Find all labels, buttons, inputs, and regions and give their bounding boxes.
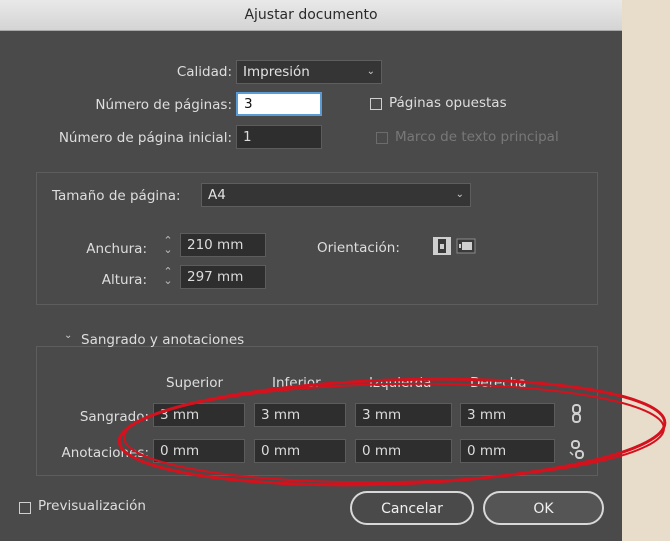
quality-label: Calidad: [176, 64, 232, 80]
col-top-label: Superior [166, 375, 224, 391]
stepper-icon[interactable]: ⌃ ⌄ [162, 235, 174, 255]
pages-input[interactable]: 3 [236, 92, 322, 116]
width-label: Anchura: [86, 241, 147, 257]
stepper-icon[interactable]: ⌃ ⌄ [162, 266, 174, 286]
slug-right-input[interactable]: 0 mm [460, 439, 555, 463]
primary-text-frame-label: Marco de texto principal [395, 129, 559, 145]
chevron-down-icon: ⌄ [455, 189, 464, 200]
page-size-label: Tamaño de página: [52, 188, 181, 204]
preview-label: Previsualización [38, 498, 146, 514]
slug-bottom-input[interactable]: 0 mm [254, 439, 346, 463]
ok-button[interactable]: OK [483, 491, 604, 525]
start-page-label: Número de página inicial: [58, 130, 232, 146]
adjust-document-dialog: Ajustar documento Calidad: Impresión ⌄ N… [0, 0, 622, 541]
facing-pages-label: Páginas opuestas [389, 95, 507, 111]
primary-text-frame-checkbox[interactable] [376, 132, 388, 144]
bleed-bottom-input[interactable]: 3 mm [254, 403, 346, 427]
height-label: Altura: [101, 272, 147, 288]
chain-link-icon[interactable] [567, 404, 587, 424]
slug-left-input[interactable]: 0 mm [355, 439, 452, 463]
col-bottom-label: Inferior [272, 375, 321, 391]
chevron-down-icon: ⌄ [366, 66, 375, 77]
width-input[interactable]: 210 mm [180, 233, 266, 257]
page-size-value: A4 [208, 187, 226, 203]
height-input[interactable]: 297 mm [180, 265, 266, 289]
cancel-button[interactable]: Cancelar [350, 491, 474, 525]
bleed-row-label: Sangrado: [79, 409, 149, 425]
pages-label: Número de páginas: [95, 97, 232, 113]
slug-row-label: Anotaciones: [61, 445, 150, 461]
preview-checkbox[interactable] [19, 502, 31, 514]
col-left-label: Izquierda [369, 375, 432, 391]
start-page-input[interactable]: 1 [236, 125, 322, 149]
window-title: Ajustar documento [244, 7, 378, 23]
title-bar: Ajustar documento [0, 0, 622, 31]
bleed-section-label: Sangrado y anotaciones [81, 332, 245, 348]
chevron-down-icon[interactable]: ⌄ [64, 330, 72, 341]
landscape-icon[interactable] [456, 236, 476, 256]
bleed-left-input[interactable]: 3 mm [355, 403, 452, 427]
bleed-top-input[interactable]: 3 mm [153, 403, 245, 427]
facing-pages-checkbox[interactable] [370, 98, 382, 110]
quality-value: Impresión [243, 64, 310, 80]
page-size-dropdown[interactable]: A4 ⌄ [201, 183, 471, 207]
bleed-right-input[interactable]: 3 mm [460, 403, 555, 427]
slug-top-input[interactable]: 0 mm [153, 439, 245, 463]
chain-broken-icon[interactable] [567, 440, 587, 460]
portrait-icon[interactable] [432, 236, 452, 256]
orientation-label: Orientación: [317, 240, 400, 256]
quality-dropdown[interactable]: Impresión ⌄ [236, 60, 382, 84]
col-right-label: Derecha [470, 375, 527, 391]
